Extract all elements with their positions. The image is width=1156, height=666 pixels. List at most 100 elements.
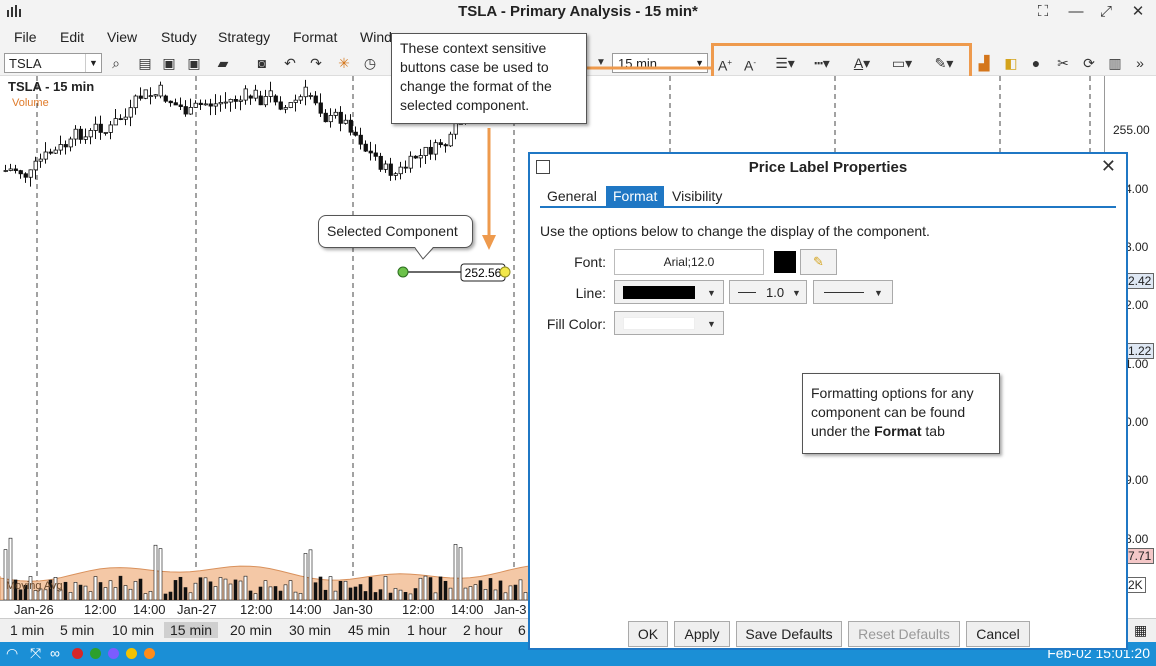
menu-format[interactable]: Format [293,29,337,45]
candle-body [248,95,253,99]
candle-body [8,168,13,171]
status-dot-yellow[interactable] [126,648,137,659]
save-defaults-button[interactable]: Save Defaults [736,621,842,647]
calendar-icon[interactable]: ▦ [1128,622,1153,639]
interval-10min[interactable]: 10 min [106,622,160,638]
status-dot-red[interactable] [72,648,83,659]
candle-body [283,107,288,110]
volume-bar [323,589,328,600]
interval-15min[interactable]: 15 min [164,622,219,638]
line-label: Line: [575,285,606,301]
new-file-icon[interactable]: ▤ [136,54,154,72]
interval-1min[interactable]: 1 min [4,622,50,638]
columns-icon[interactable]: ▥ [1106,54,1124,72]
status-dot-orange[interactable] [144,648,155,659]
menu-study[interactable]: Study [161,29,197,45]
candle-body [188,107,193,115]
tab-general[interactable]: General [540,186,604,208]
candle-body [118,118,123,121]
candle-body [123,116,128,120]
chevron-down-icon[interactable]: ▼ [85,54,101,72]
status-dot-green[interactable] [90,648,101,659]
volume-bar [498,580,503,600]
y-tick: 9.00 [1125,473,1149,487]
x-tick: Jan-27 [177,602,217,617]
line-width-select[interactable]: 1.0 ▼ [729,280,807,304]
save-all-icon[interactable]: ▣ [185,54,203,72]
interval-2hour[interactable]: 2 hour [457,622,509,638]
interval-1hour[interactable]: 1 hour [401,622,453,638]
volume-bar [458,547,463,600]
selected-price-label[interactable]: 252.56 [395,258,515,288]
menu-view[interactable]: View [107,29,137,45]
volume-bar [383,576,388,600]
interval-20min[interactable]: 20 min [224,622,278,638]
cancel-button[interactable]: Cancel [966,621,1030,647]
tab-visibility[interactable]: Visibility [665,186,729,208]
menu-edit[interactable]: Edit [60,29,84,45]
selected-component-callout: Selected Component [318,215,473,260]
tab-format[interactable]: Format [606,186,665,208]
line-color-select[interactable]: ▼ [614,280,724,304]
minimize-button[interactable]: — [1063,1,1089,23]
window-title: TSLA - Primary Analysis - 15 min* [458,3,698,20]
status-dot-purple[interactable] [108,648,119,659]
open-folder-icon[interactable]: ▰ [214,54,232,72]
font-field[interactable]: Arial;12.0 [614,249,764,275]
edit-font-button[interactable]: ✎ [800,249,837,275]
close-window-button[interactable]: ✕ [1125,1,1151,23]
apply-button[interactable]: Apply [674,621,730,647]
x-tick: 14:00 [133,602,166,617]
volume-bar [378,589,383,600]
line-style-select[interactable]: ▼ [813,280,893,304]
interval-5min[interactable]: 5 min [54,622,100,638]
search-icon[interactable]: ⌕ [107,54,125,72]
volume-bar [3,549,8,600]
volume-bar [248,590,253,600]
volume-bar [343,580,348,600]
color-theme-icon[interactable]: ● [1027,54,1045,72]
fullscreen-icon[interactable]: ⛶ [1030,1,1056,23]
undo-icon[interactable]: ↶ [281,54,299,72]
dialog-tabs: General Format Visibility [540,186,1116,208]
redo-icon[interactable]: ↷ [307,54,325,72]
lock-icon[interactable]: ▟ [975,54,993,72]
candle-body [428,146,433,155]
symbol-input[interactable]: TSLA ▼ [4,53,102,73]
reset-defaults-button[interactable]: Reset Defaults [848,621,960,647]
x-tick: 12:00 [240,602,273,617]
line-style-icon [824,292,864,293]
camera-icon[interactable]: ◙ [253,54,271,72]
volume-bar [138,578,143,600]
candle-body [58,144,63,151]
candle-body [68,138,73,148]
more-icon[interactable]: » [1131,54,1149,72]
menu-file[interactable]: File [14,29,37,45]
font-color-swatch[interactable] [774,251,796,273]
candle-body [3,170,8,172]
magic-wand-icon[interactable]: ✳ [335,54,353,72]
link-icon[interactable]: ∞ [50,645,60,661]
refresh-icon[interactable]: ⟳ [1080,54,1098,72]
clock-icon[interactable]: ◷ [361,54,379,72]
volume-badge: 2K [1125,577,1146,593]
menu-window[interactable]: Wind [360,29,392,45]
sync-icon[interactable]: ⤧ [30,645,41,662]
volume-bar [438,576,443,600]
fill-color-select[interactable]: ▼ [614,311,724,335]
chevron-down-icon: ▼ [707,288,716,298]
font-label: Font: [574,254,606,270]
restore-icon[interactable]: ⤢ [1093,1,1119,23]
candle-body [78,128,83,140]
chevron-down-icon: ▼ [707,319,716,329]
bring-front-icon[interactable]: ◧ [1002,54,1020,72]
interval-45min[interactable]: 45 min [342,622,396,638]
interval-30min[interactable]: 30 min [283,622,337,638]
ok-button[interactable]: OK [628,621,668,647]
save-icon[interactable]: ▣ [160,54,178,72]
tools-icon[interactable]: ✂ [1054,54,1072,72]
candle-body [168,100,173,104]
candle-body [148,95,153,98]
menu-strategy[interactable]: Strategy [218,29,270,45]
dialog-close-button[interactable]: ✕ [1101,156,1116,177]
